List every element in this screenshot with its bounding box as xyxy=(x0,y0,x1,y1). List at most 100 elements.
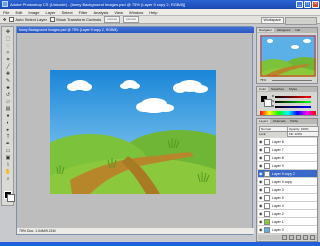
magic-wand-tool-icon[interactable]: ✧ xyxy=(3,50,13,56)
layer-row[interactable]: ◉ Layer 1 xyxy=(258,218,317,226)
menu-filter[interactable]: Filter xyxy=(79,10,88,15)
tab-styles[interactable]: Styles xyxy=(287,87,299,91)
gradient-tool-icon[interactable]: ▤ xyxy=(3,106,13,112)
align-buttons[interactable]: ▭▭▭ xyxy=(104,16,120,23)
layer-thumbnail xyxy=(264,226,270,233)
maximize-button[interactable]: □ xyxy=(304,1,311,8)
menu-help[interactable]: Help xyxy=(149,10,157,15)
layer-thumbnail xyxy=(264,218,270,225)
layer-row[interactable]: ◉ Layer 8 xyxy=(258,154,317,162)
layer-row[interactable]: ◉ Layer 2 xyxy=(258,210,317,218)
tab-info[interactable]: Info xyxy=(293,28,302,32)
eye-icon[interactable]: ◉ xyxy=(259,227,263,232)
distribute-buttons[interactable]: ▭▭▭ xyxy=(123,16,139,23)
eye-icon[interactable]: ◉ xyxy=(259,187,263,192)
layer-thumbnail xyxy=(264,202,270,209)
link-layers-icon[interactable] xyxy=(282,235,287,240)
eye-icon[interactable]: ◉ xyxy=(259,179,263,184)
blue-slider[interactable] xyxy=(275,106,311,108)
menu-view[interactable]: View xyxy=(114,10,123,15)
eye-icon[interactable]: ◉ xyxy=(259,219,263,224)
eye-icon[interactable]: ◉ xyxy=(259,147,263,152)
tab-paths[interactable]: Paths xyxy=(288,119,300,123)
eraser-tool-icon[interactable]: ▱ xyxy=(3,99,13,105)
workspace-button[interactable]: Workspace xyxy=(260,17,284,24)
slice-tool-icon[interactable]: ╱ xyxy=(3,64,13,70)
layer-row[interactable]: ◉ Layer 0 xyxy=(258,226,317,234)
eye-icon[interactable]: ◉ xyxy=(259,155,263,160)
close-button[interactable]: × xyxy=(312,1,319,8)
blur-tool-icon[interactable]: ● xyxy=(3,113,13,119)
layer-name: Layer 0 xyxy=(272,227,284,232)
pen-tool-icon[interactable]: ✒ xyxy=(3,141,13,147)
path-selection-icon[interactable]: ▸ xyxy=(3,127,13,133)
menu-window[interactable]: Window xyxy=(129,10,143,15)
marquee-tool-icon[interactable]: ⬚ xyxy=(3,36,13,42)
clone-stamp-icon[interactable]: ♣ xyxy=(3,85,13,91)
layer-row[interactable]: ◉ Layer 5 xyxy=(258,194,317,202)
new-group-icon[interactable] xyxy=(296,235,301,240)
move-tool-icon[interactable]: ✥ xyxy=(3,29,13,35)
layer-name: Layer 8 xyxy=(272,155,284,160)
layer-thumbnail xyxy=(264,186,270,193)
type-tool-icon[interactable]: T xyxy=(3,134,13,140)
brush-tool-icon[interactable]: ✎ xyxy=(3,78,13,84)
crop-tool-icon[interactable]: ⌗ xyxy=(3,57,13,63)
layer-row[interactable]: ◉ Layer 9 xyxy=(258,162,317,170)
layer-thumbnail xyxy=(264,178,270,185)
dodge-tool-icon[interactable]: ◐ xyxy=(3,120,13,126)
options-bar: ✥ Auto Select Layer Show Transform Contr… xyxy=(0,16,320,25)
navigator-thumbnail[interactable] xyxy=(260,35,316,77)
color-panel-background[interactable] xyxy=(264,99,272,107)
layer-row[interactable]: ◉ Layer 3 xyxy=(258,186,317,194)
fill-field[interactable]: Fill: 100% xyxy=(287,131,319,137)
menu-edit[interactable]: Edit xyxy=(15,10,22,15)
layer-row[interactable]: ◉ Layer 9 copy xyxy=(258,178,317,186)
layer-row[interactable]: ◉ Layer 6 xyxy=(258,138,317,146)
menu-analysis[interactable]: Analysis xyxy=(94,10,109,15)
hand-tool-icon[interactable]: ✋ xyxy=(3,169,13,175)
eye-icon[interactable]: ◉ xyxy=(259,171,263,176)
layer-list: ◉ Layer 6 ◉ Layer 7 ◉ Layer 8 ◉ Layer 9 ◉ Lay… xyxy=(258,138,317,234)
tab-histogram[interactable]: Histogram xyxy=(275,28,293,32)
artwork-canvas[interactable] xyxy=(50,70,216,194)
eyedropper-tool-icon[interactable]: ⌇ xyxy=(3,162,13,168)
trash-icon[interactable] xyxy=(310,235,315,240)
eye-icon[interactable]: ◉ xyxy=(259,139,263,144)
layer-row-selected[interactable]: ◉ Layer 9 copy 2 xyxy=(258,170,317,178)
lasso-tool-icon[interactable]: ◌ xyxy=(3,43,13,49)
eye-icon[interactable]: ◉ xyxy=(259,203,263,208)
layer-row[interactable]: ◉ Layer 4 xyxy=(258,202,317,210)
document-status: 75% Doc: 1.04M/9.21M xyxy=(17,228,254,234)
tab-layers[interactable]: Layers xyxy=(257,119,271,123)
menu-file[interactable]: File xyxy=(3,10,9,15)
background-color-swatch[interactable] xyxy=(7,194,15,202)
zoom-slider[interactable] xyxy=(272,80,312,81)
zoom-tool-icon[interactable]: ⌕ xyxy=(3,176,13,182)
minimize-button[interactable]: _ xyxy=(296,1,303,8)
layer-name: Layer 9 xyxy=(272,163,284,168)
tab-swatches[interactable]: Swatches xyxy=(269,87,286,91)
history-brush-icon[interactable]: ↺ xyxy=(3,92,13,98)
menu-layer[interactable]: Layer xyxy=(45,10,55,15)
new-layer-icon[interactable] xyxy=(303,235,308,240)
tab-navigator[interactable]: Navigator xyxy=(257,28,274,32)
show-transform-checkbox[interactable] xyxy=(49,17,55,22)
canvas-area[interactable] xyxy=(17,33,252,229)
tab-color[interactable]: Color xyxy=(257,87,269,91)
auto-select-checkbox[interactable] xyxy=(9,17,15,22)
healing-brush-icon[interactable]: ✚ xyxy=(3,71,13,77)
notes-tool-icon[interactable]: ▣ xyxy=(3,155,13,161)
shape-tool-icon[interactable]: ▭ xyxy=(3,148,13,154)
eye-icon[interactable]: ◉ xyxy=(259,195,263,200)
layer-row[interactable]: ◉ Layer 7 xyxy=(258,146,317,154)
eye-icon[interactable]: ◉ xyxy=(259,211,263,216)
layer-style-icon[interactable] xyxy=(289,235,294,240)
red-slider[interactable] xyxy=(275,96,311,98)
eye-icon[interactable]: ◉ xyxy=(259,163,263,168)
green-slider[interactable] xyxy=(275,101,311,103)
menu-image[interactable]: Image xyxy=(28,10,39,15)
color-spectrum-bar[interactable] xyxy=(260,111,316,115)
menu-select[interactable]: Select xyxy=(62,10,73,15)
tab-channels[interactable]: Channels xyxy=(271,119,288,123)
